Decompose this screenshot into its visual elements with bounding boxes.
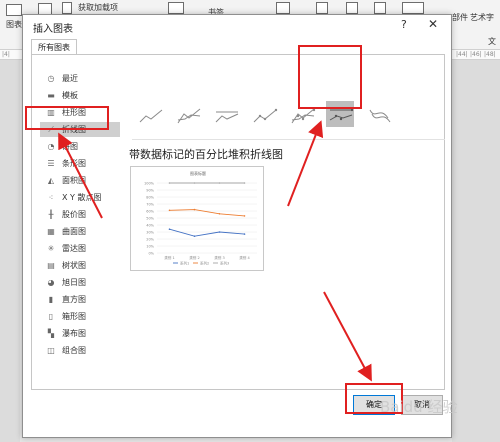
arrow-to-category	[58, 132, 103, 219]
annotation-arrows	[58, 120, 372, 382]
screenshot-root: 图表 获取加载项 书签 部件 艺术字 文 |4| |44| |46| |48| …	[0, 0, 500, 442]
arrow-to-subtype	[287, 120, 324, 207]
watermark: Baidu 经验	[380, 398, 458, 416]
arrow-to-ok	[323, 291, 372, 382]
